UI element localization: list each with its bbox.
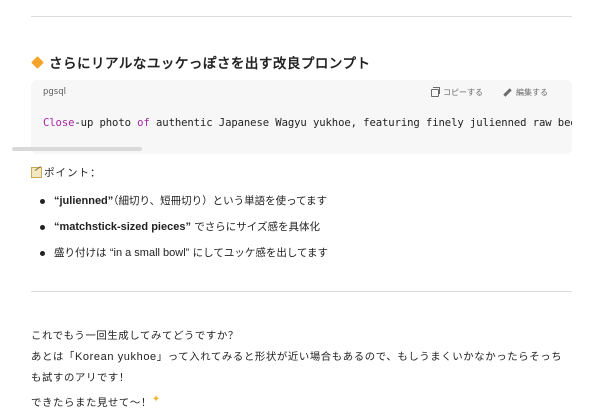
copy-button[interactable]: コピーする (431, 86, 483, 98)
closing-text: 」って入れてみると形状が近い場合もあるので、もしうまくいかなかったらそっち (156, 351, 563, 363)
point-text: （細切り、短冊切り）という単語を使ってます (113, 195, 328, 207)
point-keyword: “in a small bowl” (109, 247, 190, 259)
closing-text: できたらまた見せて～！ (31, 397, 152, 409)
list-item: 盛り付けは “in a small bowl” にしてユッケ感を出してます (40, 240, 328, 266)
points-label-text: ポイント： (44, 167, 102, 179)
points-label: ポイント： (31, 165, 102, 180)
point-text: でさらにサイズ感を具体化 (190, 221, 320, 233)
pencil-icon (503, 88, 512, 97)
code-keyword: Close (43, 117, 75, 129)
closing-line-4: できたらまた見せて～！ (31, 394, 162, 409)
code-line[interactable]: Close-up photo of authentic Japanese Wag… (43, 117, 572, 129)
point-keyword: “matchstick-sized pieces” (54, 221, 191, 233)
code-text: authentic Japanese Wagyu yukhoe, featuri… (149, 117, 572, 129)
sparkle-icon (152, 394, 162, 407)
edit-button[interactable]: 編集する (503, 87, 548, 98)
point-prefix: 盛り付けは (54, 247, 110, 259)
copy-icon (431, 86, 440, 97)
closing-line-3: も試すのアリです！ (31, 372, 130, 384)
code-keyword: of (137, 117, 150, 129)
top-divider (31, 16, 572, 17)
orange-diamond-icon (31, 55, 44, 69)
section-heading: さらにリアルなユッケっぽさを出す改良プロンプト (31, 52, 370, 72)
middle-divider (31, 291, 572, 292)
list-item: “julienned”（細切り、短冊切り）という単語を使ってます (40, 188, 328, 214)
closing-line-1: これでもう一回生成してみてどうですか？ (31, 330, 239, 342)
memo-icon (31, 167, 42, 178)
closing-line-2: あとは「Korean yukhoe」って入れてみると形状が近い場合もあるので、も… (31, 348, 562, 363)
code-language-label: pgsql (43, 87, 66, 97)
code-text: -up photo (74, 117, 138, 129)
points-list: “julienned”（細切り、短冊切り）という単語を使ってます “matchs… (40, 188, 328, 266)
point-keyword: “julienned” (54, 195, 114, 207)
code-actions: コピーする 編集する (431, 86, 548, 98)
edit-label: 編集する (516, 88, 548, 97)
list-item: “matchstick-sized pieces” でさらにサイズ感を具体化 (40, 214, 328, 240)
closing-text: あとは「 (31, 351, 75, 363)
copy-label: コピーする (443, 88, 483, 97)
closing-english: Korean yukhoe (74, 351, 157, 363)
section-heading-text: さらにリアルなユッケっぽさを出す改良プロンプト (49, 56, 371, 72)
code-block: pgsql コピーする 編集する Close-up photo of authe… (31, 80, 572, 154)
point-text: にしてユッケ感を出してます (189, 247, 328, 259)
code-scrollbar[interactable] (12, 147, 142, 151)
